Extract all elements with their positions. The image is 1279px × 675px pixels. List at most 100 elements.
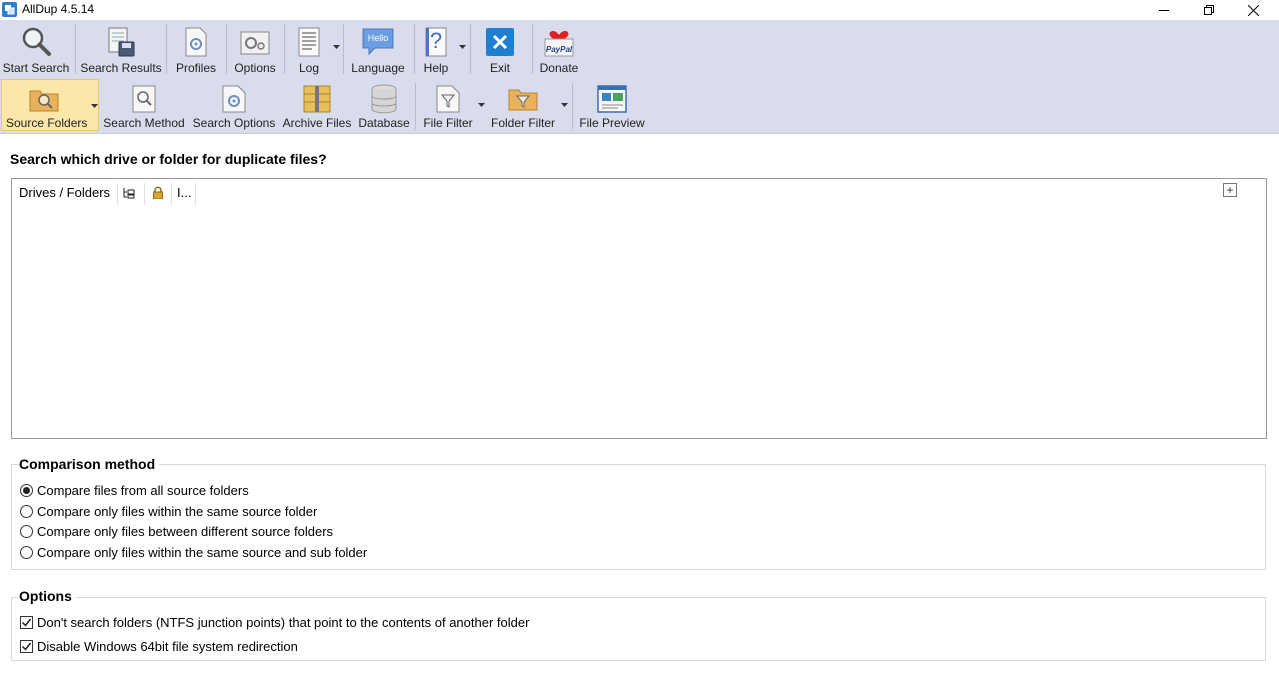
checkbox-option-junction-points[interactable]: Don't search folders (NTFS junction poin… — [20, 613, 529, 631]
radio-label: Compare only files within the same sourc… — [37, 544, 368, 560]
column-header-lock[interactable] — [145, 183, 172, 205]
radio-label: Compare only files within the same sourc… — [37, 503, 318, 519]
checkmark-icon — [21, 618, 32, 627]
toolbar-separator — [343, 24, 344, 74]
radio-option-same-source-and-sub-folder[interactable]: Compare only files within the same sourc… — [20, 543, 367, 561]
log-label: Log — [298, 61, 320, 75]
options-title: Options — [19, 588, 76, 604]
radio-button[interactable] — [20, 524, 33, 538]
file-preview-label: File Preview — [579, 116, 645, 130]
search-method-button[interactable]: Search Method — [102, 79, 186, 131]
exit-button[interactable]: Exit — [478, 22, 522, 77]
start-search-button[interactable]: Start Search — [2, 22, 70, 77]
checkbox-label: Disable Windows 64bit file system redire… — [37, 638, 298, 654]
radio-button[interactable] — [20, 483, 33, 497]
options-label: Options — [234, 61, 276, 75]
radio-option-same-source-folder[interactable]: Compare only files within the same sourc… — [20, 502, 317, 520]
exit-icon — [486, 28, 514, 56]
close-icon — [1248, 4, 1259, 16]
radio-option-all-source-folders[interactable]: Compare files from all source folders — [20, 481, 249, 499]
search-results-label: Search Results — [80, 61, 162, 75]
log-button[interactable]: Log — [288, 22, 330, 77]
profiles-button[interactable]: Profiles — [170, 22, 222, 77]
file-filter-label: File Filter — [423, 116, 473, 130]
toolbar-separator — [75, 24, 76, 74]
subfolders-icon — [123, 188, 135, 199]
help-dropdown-arrow-icon[interactable] — [459, 45, 466, 49]
paypal-icon-text: PayPal — [545, 45, 573, 54]
source-folders-button[interactable]: Source Folders — [1, 79, 99, 131]
file-preview-button[interactable]: File Preview — [577, 79, 647, 131]
toolbar-separator — [166, 24, 167, 74]
toolbar-separator — [414, 24, 415, 74]
help-icon-text: ? — [429, 28, 443, 53]
minimize-button[interactable] — [1141, 0, 1186, 20]
folder-filter-label: Folder Filter — [490, 116, 555, 130]
folder-filter-icon — [508, 89, 538, 111]
restore-button[interactable] — [1186, 0, 1231, 20]
options-icon — [240, 31, 270, 55]
radio-button[interactable] — [20, 504, 33, 518]
checkbox-option-64bit-redirection[interactable]: Disable Windows 64bit file system redire… — [20, 637, 298, 655]
folder-filter-dropdown-arrow-icon[interactable] — [561, 103, 568, 107]
checkbox-label: Don't search folders (NTFS junction poin… — [37, 614, 530, 630]
database-label: Database — [358, 116, 410, 130]
source-folders-icon — [29, 90, 59, 112]
log-dropdown-arrow-icon[interactable] — [333, 45, 340, 49]
column-header-subfolders[interactable] — [118, 183, 145, 205]
app-icon — [2, 2, 17, 17]
title-bar: AllDup 4.5.14 — [0, 0, 1279, 20]
lock-icon — [153, 186, 163, 200]
language-label: Language — [351, 61, 405, 75]
toolbar-separator — [415, 83, 416, 129]
search-method-icon — [132, 85, 156, 113]
toolbar-separator — [284, 24, 285, 74]
toolbar-separator — [470, 24, 471, 74]
file-preview-icon — [597, 85, 627, 113]
magnifier-icon — [22, 27, 51, 56]
search-results-icon — [108, 27, 135, 57]
source-folders-label: Source Folders — [6, 116, 88, 130]
help-label: Help — [423, 61, 449, 75]
page-heading: Search which drive or folder for duplica… — [10, 151, 327, 167]
radio-option-different-source-folders[interactable]: Compare only files between different sou… — [20, 522, 333, 540]
exit-label: Exit — [489, 61, 510, 75]
comparison-method-title: Comparison method — [19, 456, 160, 472]
file-filter-button[interactable]: File Filter — [419, 79, 477, 131]
checkbox[interactable] — [20, 639, 33, 653]
file-filter-dropdown-arrow-icon[interactable] — [478, 103, 485, 107]
toolbar-separator — [572, 83, 573, 129]
toolbar-separator — [532, 24, 533, 74]
archive-files-button[interactable]: Archive Files — [281, 79, 353, 131]
source-folders-list[interactable]: Drives / Folders I... + — [11, 178, 1267, 439]
close-button[interactable] — [1231, 0, 1276, 20]
archive-files-icon — [303, 85, 331, 113]
language-icon-text: Hello — [367, 33, 389, 43]
column-header-drives-folders[interactable]: Drives / Folders — [19, 183, 118, 205]
donate-label: Donate — [539, 61, 579, 75]
main-toolbar: Start Search Search Results Profiles Opt… — [0, 20, 1279, 79]
radio-button[interactable] — [20, 545, 33, 559]
database-button[interactable]: Database — [356, 79, 412, 131]
search-results-button[interactable]: Search Results — [80, 22, 162, 77]
search-options-icon — [222, 85, 246, 113]
column-header-info[interactable]: I... — [172, 183, 196, 205]
profiles-icon — [185, 27, 207, 57]
donate-button[interactable]: PayPal Donate — [536, 22, 582, 77]
radio-label: Compare only files between different sou… — [37, 523, 334, 539]
language-button[interactable]: Hello Language — [348, 22, 408, 77]
section-toolbar: Source Folders Search Method Search Opti… — [0, 79, 1279, 134]
options-button[interactable]: Options — [230, 22, 280, 77]
database-icon — [371, 84, 397, 114]
source-folders-dropdown-arrow-icon[interactable] — [91, 104, 98, 108]
minimize-icon — [1158, 10, 1169, 11]
search-options-button[interactable]: Search Options — [190, 79, 278, 131]
checkbox[interactable] — [20, 615, 33, 629]
file-filter-icon — [436, 85, 460, 113]
folder-filter-button[interactable]: Folder Filter — [489, 79, 557, 131]
toolbar-separator — [226, 24, 227, 74]
expand-button[interactable]: + — [1223, 183, 1237, 197]
help-button[interactable]: ? Help — [418, 22, 454, 77]
radio-label: Compare files from all source folders — [37, 482, 249, 498]
search-method-label: Search Method — [103, 116, 185, 130]
